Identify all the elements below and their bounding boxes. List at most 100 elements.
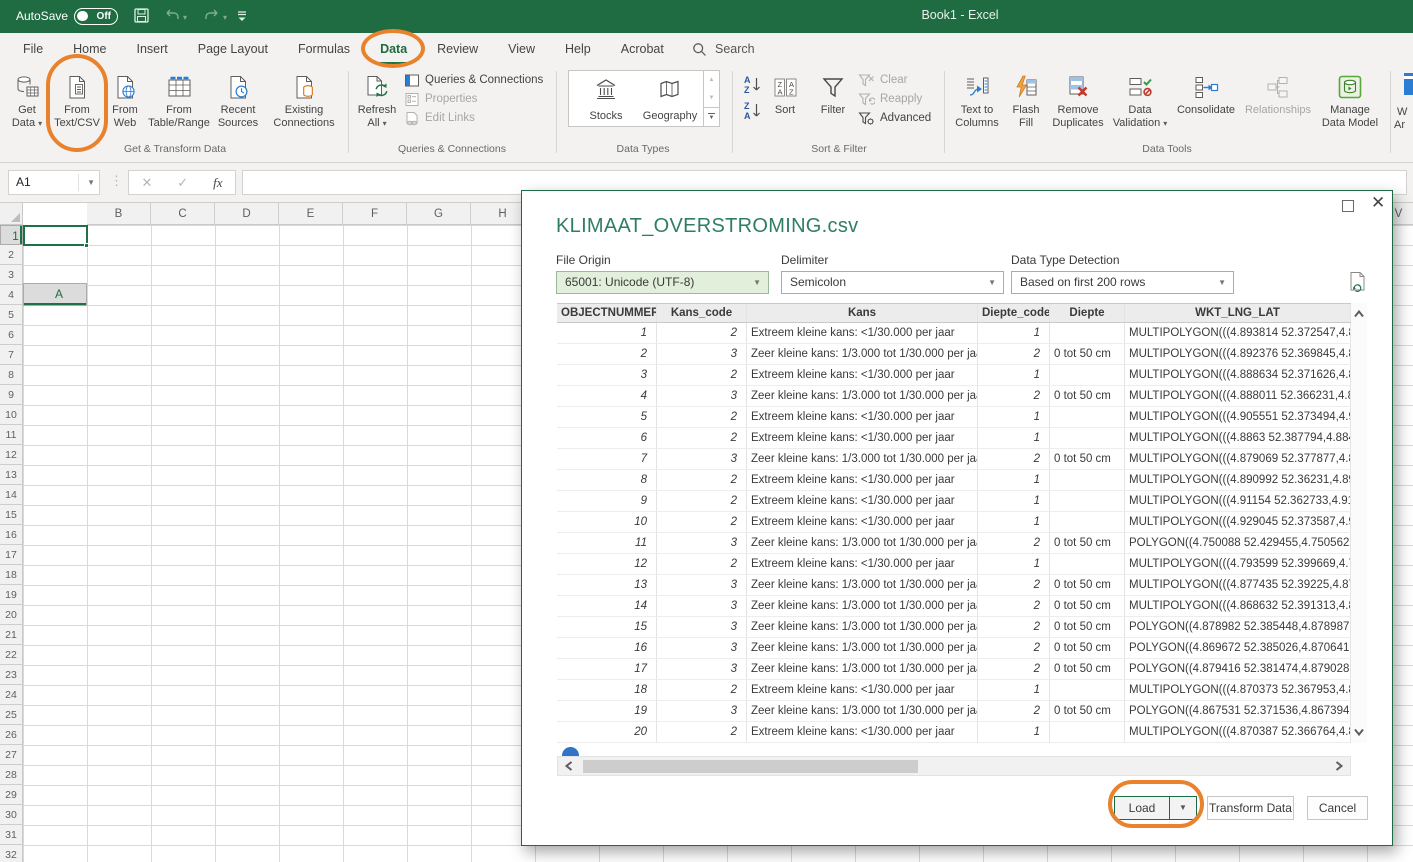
sort-button[interactable]: ZAAZ Sort xyxy=(766,69,804,139)
data-validation-button[interactable]: Data Validation xyxy=(1110,69,1170,139)
select-all-corner[interactable] xyxy=(0,203,23,225)
row-header-15[interactable]: 15 xyxy=(0,505,23,525)
row-header-18[interactable]: 18 xyxy=(0,565,23,585)
row-header-26[interactable]: 26 xyxy=(0,725,23,745)
consolidate-button[interactable]: Consolidate xyxy=(1174,69,1238,139)
row-header-17[interactable]: 17 xyxy=(0,545,23,565)
sort-ascending-button[interactable]: AZ xyxy=(742,75,762,93)
geography-button[interactable]: Geography xyxy=(639,73,701,125)
stocks-button[interactable]: Stocks xyxy=(575,73,637,125)
save-icon[interactable] xyxy=(133,7,150,24)
row-header-32[interactable]: 32 xyxy=(0,845,23,862)
fill-handle[interactable] xyxy=(84,243,89,248)
row-header-4[interactable]: 4 xyxy=(0,285,23,305)
formula-bar-splitter[interactable]: ⋮ xyxy=(110,173,123,189)
tab-formulas[interactable]: Formulas xyxy=(283,33,365,65)
tab-page-layout[interactable]: Page Layout xyxy=(183,33,283,65)
row-header-9[interactable]: 9 xyxy=(0,385,23,405)
remove-duplicates-button[interactable]: Remove Duplicates xyxy=(1048,69,1108,139)
row-header-1[interactable]: 1 xyxy=(0,225,23,245)
column-header-g[interactable]: G xyxy=(407,203,471,225)
row-header-14[interactable]: 14 xyxy=(0,485,23,505)
from-web-button[interactable]: From Web xyxy=(104,69,146,139)
column-header-f[interactable]: F xyxy=(343,203,407,225)
column-header-c[interactable]: C xyxy=(151,203,215,225)
refresh-all-button[interactable]: Refresh All xyxy=(352,69,402,139)
row-header-30[interactable]: 30 xyxy=(0,805,23,825)
scroll-up-icon[interactable] xyxy=(1351,305,1367,323)
insert-function-button[interactable]: fx xyxy=(213,175,222,191)
delimiter-select[interactable]: Semicolon ▼ xyxy=(781,271,1004,294)
row-header-24[interactable]: 24 xyxy=(0,685,23,705)
data-type-detection-select[interactable]: Based on first 200 rows ▼ xyxy=(1011,271,1234,294)
gallery-more-button[interactable]: ▼ xyxy=(704,107,719,126)
customize-qat-icon[interactable] xyxy=(236,9,248,23)
preview-table-cell: 2 xyxy=(978,659,1050,679)
row-header-7[interactable]: 7 xyxy=(0,345,23,365)
recent-sources-button[interactable]: Recent Sources xyxy=(212,69,264,139)
row-header-31[interactable]: 31 xyxy=(0,825,23,845)
row-header-28[interactable]: 28 xyxy=(0,765,23,785)
name-box[interactable]: A1 ▼ xyxy=(8,170,100,195)
row-header-19[interactable]: 19 xyxy=(0,585,23,605)
flash-fill-button[interactable]: Flash Fill xyxy=(1006,69,1046,139)
existing-connections-button[interactable]: Existing Connections xyxy=(266,69,342,139)
row-header-23[interactable]: 23 xyxy=(0,665,23,685)
tab-file[interactable]: File xyxy=(8,33,58,65)
row-header-22[interactable]: 22 xyxy=(0,645,23,665)
transform-data-button[interactable]: Transform Data xyxy=(1207,796,1294,820)
scroll-right-icon[interactable] xyxy=(1330,757,1348,775)
preview-table-cell: 3 xyxy=(657,701,747,721)
text-to-columns-button[interactable]: Text to Columns xyxy=(950,69,1004,139)
whatif-analysis-label-partial: Ar xyxy=(1394,119,1405,131)
selected-cell-a1[interactable] xyxy=(23,225,88,246)
dialog-maximize-button[interactable] xyxy=(1342,200,1354,212)
row-header-27[interactable]: 27 xyxy=(0,745,23,765)
get-data-button[interactable]: Get Data xyxy=(4,69,50,139)
row-header-11[interactable]: 11 xyxy=(0,425,23,445)
tab-insert[interactable]: Insert xyxy=(122,33,183,65)
tab-view[interactable]: View xyxy=(493,33,550,65)
advanced-filter-button[interactable]: Advanced xyxy=(858,109,931,127)
search-box[interactable]: Search xyxy=(692,33,755,65)
tab-review[interactable]: Review xyxy=(422,33,493,65)
tab-acrobat[interactable]: Acrobat xyxy=(606,33,679,65)
horizontal-scrollbar[interactable] xyxy=(557,756,1351,776)
column-header-d[interactable]: D xyxy=(215,203,279,225)
horizontal-scroll-thumb[interactable] xyxy=(583,760,918,773)
row-header-2[interactable]: 2 xyxy=(0,245,23,265)
confirm-entry-icon[interactable]: ✓ xyxy=(177,175,188,191)
refresh-preview-icon[interactable] xyxy=(1348,271,1367,294)
vertical-scrollbar[interactable] xyxy=(1351,303,1367,743)
column-header-a[interactable]: A xyxy=(23,283,87,306)
row-header-20[interactable]: 20 xyxy=(0,605,23,625)
cancel-entry-icon[interactable]: ✕ xyxy=(141,175,152,191)
cancel-button[interactable]: Cancel xyxy=(1307,796,1368,820)
tab-help[interactable]: Help xyxy=(550,33,606,65)
sort-dialog-icon: ZAAZ xyxy=(772,69,799,101)
queries-connections-button[interactable]: Queries & Connections xyxy=(404,71,543,89)
dialog-close-button[interactable]: ✕ xyxy=(1371,193,1385,213)
scroll-down-icon[interactable] xyxy=(1351,723,1367,741)
column-header-e[interactable]: E xyxy=(279,203,343,225)
autosave-toggle[interactable]: Off xyxy=(74,8,118,25)
scroll-left-icon[interactable] xyxy=(560,757,578,775)
sort-descending-button[interactable]: ZA xyxy=(742,101,762,119)
preview-table-row: 43Zeer kleine kans: 1/3.000 tot 1/30.000… xyxy=(557,386,1351,407)
from-table-range-button[interactable]: From Table/Range xyxy=(148,69,210,139)
row-header-3[interactable]: 3 xyxy=(0,265,23,285)
row-header-10[interactable]: 10 xyxy=(0,405,23,425)
row-header-25[interactable]: 25 xyxy=(0,705,23,725)
row-header-21[interactable]: 21 xyxy=(0,625,23,645)
row-header-16[interactable]: 16 xyxy=(0,525,23,545)
row-header-13[interactable]: 13 xyxy=(0,465,23,485)
row-header-29[interactable]: 29 xyxy=(0,785,23,805)
row-header-8[interactable]: 8 xyxy=(0,365,23,385)
column-header-b[interactable]: B xyxy=(87,203,151,225)
file-origin-select[interactable]: 65001: Unicode (UTF-8) ▼ xyxy=(556,271,769,294)
row-header-5[interactable]: 5 xyxy=(0,305,23,325)
filter-button[interactable]: Filter xyxy=(812,69,854,139)
row-header-12[interactable]: 12 xyxy=(0,445,23,465)
row-header-6[interactable]: 6 xyxy=(0,325,23,345)
manage-data-model-button[interactable]: Manage Data Model xyxy=(1318,69,1382,139)
